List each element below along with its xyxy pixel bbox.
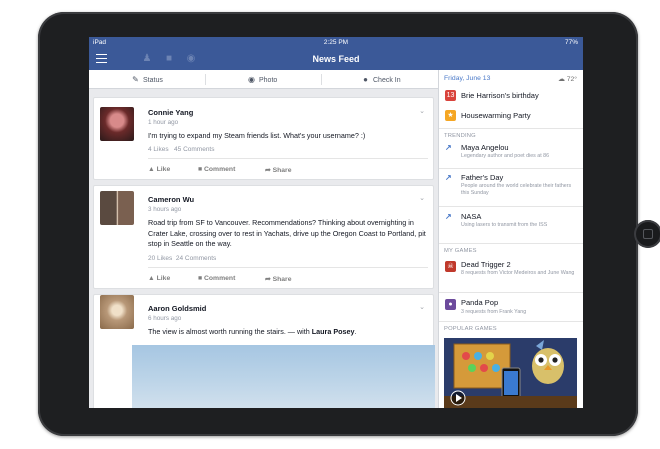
share-button[interactable]: ➦ Share [265,166,291,174]
right-sidebar: Friday, June 13 ☁ 72° 13 Brie Harrison's… [438,70,583,408]
post-author[interactable]: Connie Yang [148,108,193,117]
trending-item[interactable]: ↗ Father's Day People around the world c… [439,171,583,205]
pencil-icon: ✎ [132,75,139,84]
comments-count[interactable]: 45 Comments [174,146,214,153]
comment-button[interactable]: ■ Comment [198,275,235,282]
status-bar: iPad 2:25 PM 77% [89,37,583,48]
calendar-icon: 13 [445,90,456,101]
event-item[interactable]: ★ Housewarming Party [439,107,583,125]
top-navbar: ♟ ■ ◉ News Feed [89,48,583,70]
post-author[interactable]: Cameron Wu [148,195,194,204]
like-button[interactable]: ▲ Like [148,275,170,282]
post-text: The view is almost worth running the sta… [148,327,357,336]
trending-arrow-icon: ↗ [445,173,452,182]
post-text: I'm trying to expand my Steam friends li… [148,131,366,140]
feed-post: Aaron Goldsmid 6 hours ago ⌄ The view is… [93,294,435,408]
post-time[interactable]: 6 hours ago [148,315,181,322]
home-button[interactable] [634,220,660,248]
like-button[interactable]: ▲ Like [148,166,170,173]
page-title: News Feed [312,54,360,64]
likes-count[interactable]: 20 Likes [148,255,172,262]
post-text: Road trip from SF to Vancouver. Recommen… [148,218,426,248]
clock: 2:25 PM [323,39,349,46]
share-button[interactable]: ➦ Share [265,275,291,283]
comment-button[interactable]: ■ Comment [198,166,235,173]
avatar[interactable] [100,191,134,225]
trending-arrow-icon: ↗ [445,212,452,221]
tagged-user-link[interactable]: Laura Posey [312,327,355,336]
post-time[interactable]: 3 hours ago [148,206,181,213]
trending-item[interactable]: ↗ Maya Angelou Legendary author and poet… [439,141,583,167]
party-icon: ★ [445,110,456,121]
weather-widget[interactable]: ☁ 72° [558,75,577,83]
game-item[interactable]: ● Panda Pop 3 requests from Frank Yang [439,294,583,320]
trending-header: TRENDING [444,133,476,139]
checkin-button[interactable]: ● Check In [361,70,401,89]
post-stats: 4 Likes 45 Comments [148,146,215,153]
post-time[interactable]: 1 hour ago [148,119,178,126]
location-pin-icon: ● [363,75,368,84]
popular-games-header: POPULAR GAMES [444,326,497,332]
post-stats: 20 Likes 24 Comments [148,255,216,262]
post-photo[interactable] [132,345,435,408]
chevron-down-icon[interactable]: ⌄ [419,194,425,202]
feed-post: Cameron Wu 3 hours ago ⌄ Road trip from … [93,185,434,289]
event-item[interactable]: 13 Brie Harrison's birthday [439,87,583,105]
sidebar-date: Friday, June 13 [444,75,491,82]
trending-item[interactable]: ↗ NASA Using lasers to transmit from the… [439,209,583,235]
photo-button[interactable]: ◉ Photo [247,70,277,89]
avatar[interactable] [100,107,134,141]
chevron-down-icon[interactable]: ⌄ [419,303,425,311]
game-icon: ● [445,299,456,310]
news-feed: Connie Yang 1 hour ago ⌄ I'm trying to e… [89,89,438,408]
feed-post: Connie Yang 1 hour ago ⌄ I'm trying to e… [93,97,434,180]
comments-count[interactable]: 24 Comments [176,255,216,262]
battery-level: 77% [564,39,578,46]
game-item[interactable]: ☠ Dead Trigger 2 8 requests from Victor … [439,257,583,293]
likes-count[interactable]: 4 Likes [148,146,169,153]
camera-icon: ◉ [248,75,255,84]
screen: iPad 2:25 PM 77% ♟ ■ ◉ News Feed ✎ Status… [89,37,583,408]
my-games-header: MY GAMES [444,248,477,254]
game-icon: ☠ [445,261,456,272]
game-artwork [444,338,577,408]
cloud-icon: ☁ [558,76,565,83]
popular-game-banner[interactable] [444,338,577,408]
avatar[interactable] [100,295,134,329]
post-author[interactable]: Aaron Goldsmid [148,304,206,313]
status-button[interactable]: ✎ Status [131,70,163,89]
composer-bar: ✎ Status ◉ Photo ● Check In [89,70,438,89]
trending-arrow-icon: ↗ [445,143,452,152]
chevron-down-icon[interactable]: ⌄ [419,107,425,115]
